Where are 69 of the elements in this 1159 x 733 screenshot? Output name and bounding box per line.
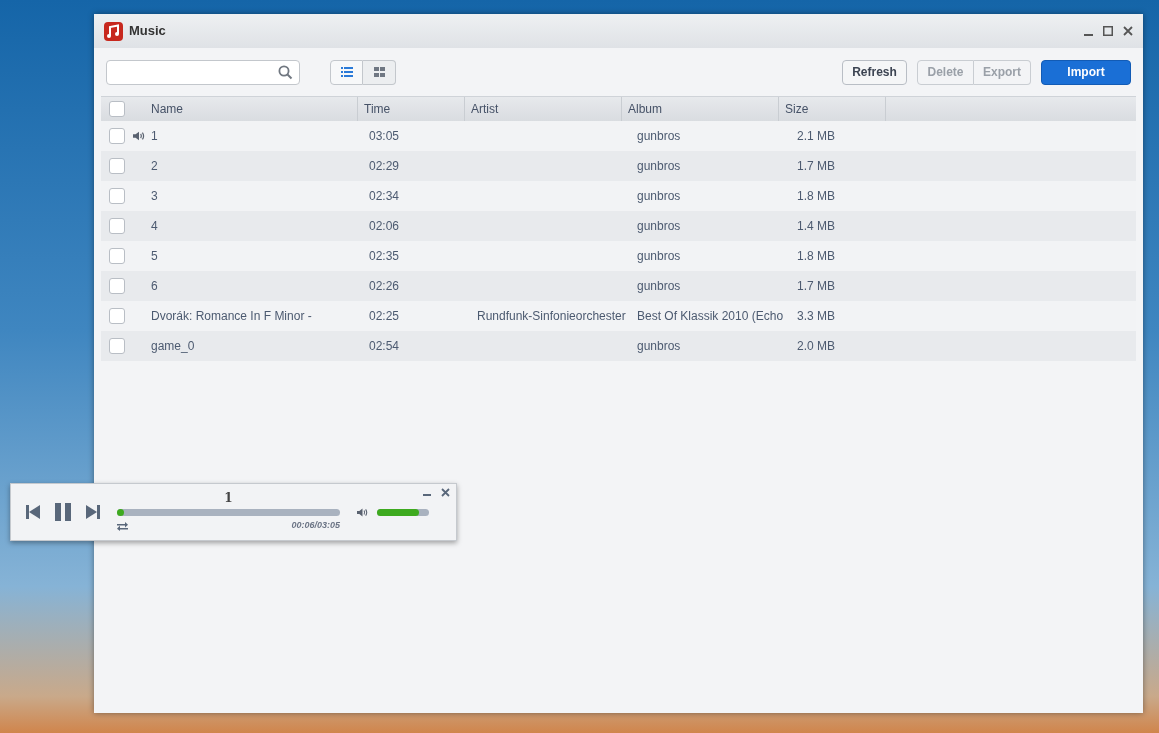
search-field[interactable]: [106, 59, 300, 85]
table-cell-text: 6: [151, 278, 158, 295]
table-cell-text: gunbros: [637, 158, 681, 175]
table-cell-text: 1.7 MB: [797, 158, 835, 175]
speaker-icon: [132, 130, 146, 142]
track-title: 1: [224, 491, 233, 506]
table-cell-text: 2.0 MB: [797, 338, 835, 355]
table-cell-text: 1.8 MB: [797, 188, 835, 205]
table-cell-text: gunbros: [637, 278, 681, 295]
music-note-icon: [104, 21, 123, 41]
table-cell-text: 02:54: [369, 338, 400, 355]
speaker-icon: [356, 506, 369, 518]
table-cell-text: 02:26: [369, 278, 400, 295]
checkbox[interactable]: [109, 128, 125, 144]
table-cell-text: 2: [151, 158, 158, 175]
table-cell-text: 2.1 MB: [797, 128, 835, 145]
close-icon[interactable]: [1123, 26, 1133, 36]
grid-view-button[interactable]: [363, 59, 396, 85]
checkbox[interactable]: [109, 101, 125, 117]
table-cell-text: 02:25: [369, 308, 400, 325]
maximize-icon[interactable]: [1103, 26, 1113, 36]
checkbox[interactable]: [109, 308, 125, 324]
table-cell-text: 1.7 MB: [797, 278, 835, 295]
table-cell-text: Dvorák: Romance In F Minor -: [151, 308, 312, 325]
checkbox[interactable]: [109, 158, 125, 174]
table-cell-text: 1.4 MB: [797, 218, 835, 235]
list-view-button[interactable]: [330, 59, 363, 85]
table-cell-text: Rundfunk-Sinfonieorchester: [477, 308, 626, 325]
time-readout: 00:06/03:05: [291, 519, 340, 533]
table-cell-text: 3.3 MB: [797, 308, 835, 325]
checkbox[interactable]: [109, 338, 125, 354]
table-cell-text: 4: [151, 218, 158, 235]
close-icon[interactable]: [441, 488, 450, 497]
previous-icon[interactable]: [26, 505, 40, 519]
search-icon: [278, 64, 293, 80]
list-icon: [340, 67, 353, 77]
table-cell-text: gunbros: [637, 188, 681, 205]
table-cell-text: gunbros: [637, 218, 681, 235]
repeat-icon[interactable]: [117, 521, 128, 531]
table-cell-text: 02:06: [369, 218, 400, 235]
toolbar-button[interactable]: Refresh: [842, 59, 907, 85]
pause-icon[interactable]: [54, 503, 72, 521]
next-icon[interactable]: [86, 505, 100, 519]
table-cell-text: 02:34: [369, 188, 400, 205]
table-cell-text: 1.8 MB: [797, 248, 835, 265]
volume-track[interactable]: [377, 508, 429, 516]
table-cell-text: 5: [151, 248, 158, 265]
toolbar-button[interactable]: Import: [1041, 59, 1131, 85]
table-cell-text: 02:35: [369, 248, 400, 265]
table-cell-text: Best Of Klassik 2010 (Echo: [637, 308, 784, 325]
table-cell-text: game_0: [151, 338, 195, 355]
table-cell-text: gunbros: [637, 248, 681, 265]
table-row[interactable]: 2 02:29 gunbros 1.7 MB: [101, 151, 1136, 181]
table-row[interactable]: game_0 02:54 gunbros 2.0 MB: [101, 331, 1136, 361]
table-cell-text: gunbros: [637, 128, 681, 145]
progress-track[interactable]: [117, 509, 340, 517]
table-cell-text: 03:05: [369, 128, 400, 145]
checkbox[interactable]: [109, 248, 125, 264]
checkbox[interactable]: [109, 188, 125, 204]
table-cell-text: 1: [151, 128, 158, 145]
table-cell-text: 3: [151, 188, 158, 205]
table-cell-text: 02:29: [369, 158, 400, 175]
table-row[interactable]: 6 02:26 gunbros 1.7 MB: [101, 271, 1136, 301]
grid-icon: [373, 67, 385, 77]
window-title: Music: [129, 22, 166, 41]
table-row[interactable]: 4 02:06 gunbros 1.4 MB: [101, 211, 1136, 241]
table-cell-text: gunbros: [637, 338, 681, 355]
checkbox[interactable]: [109, 278, 125, 294]
checkbox[interactable]: [109, 218, 125, 234]
